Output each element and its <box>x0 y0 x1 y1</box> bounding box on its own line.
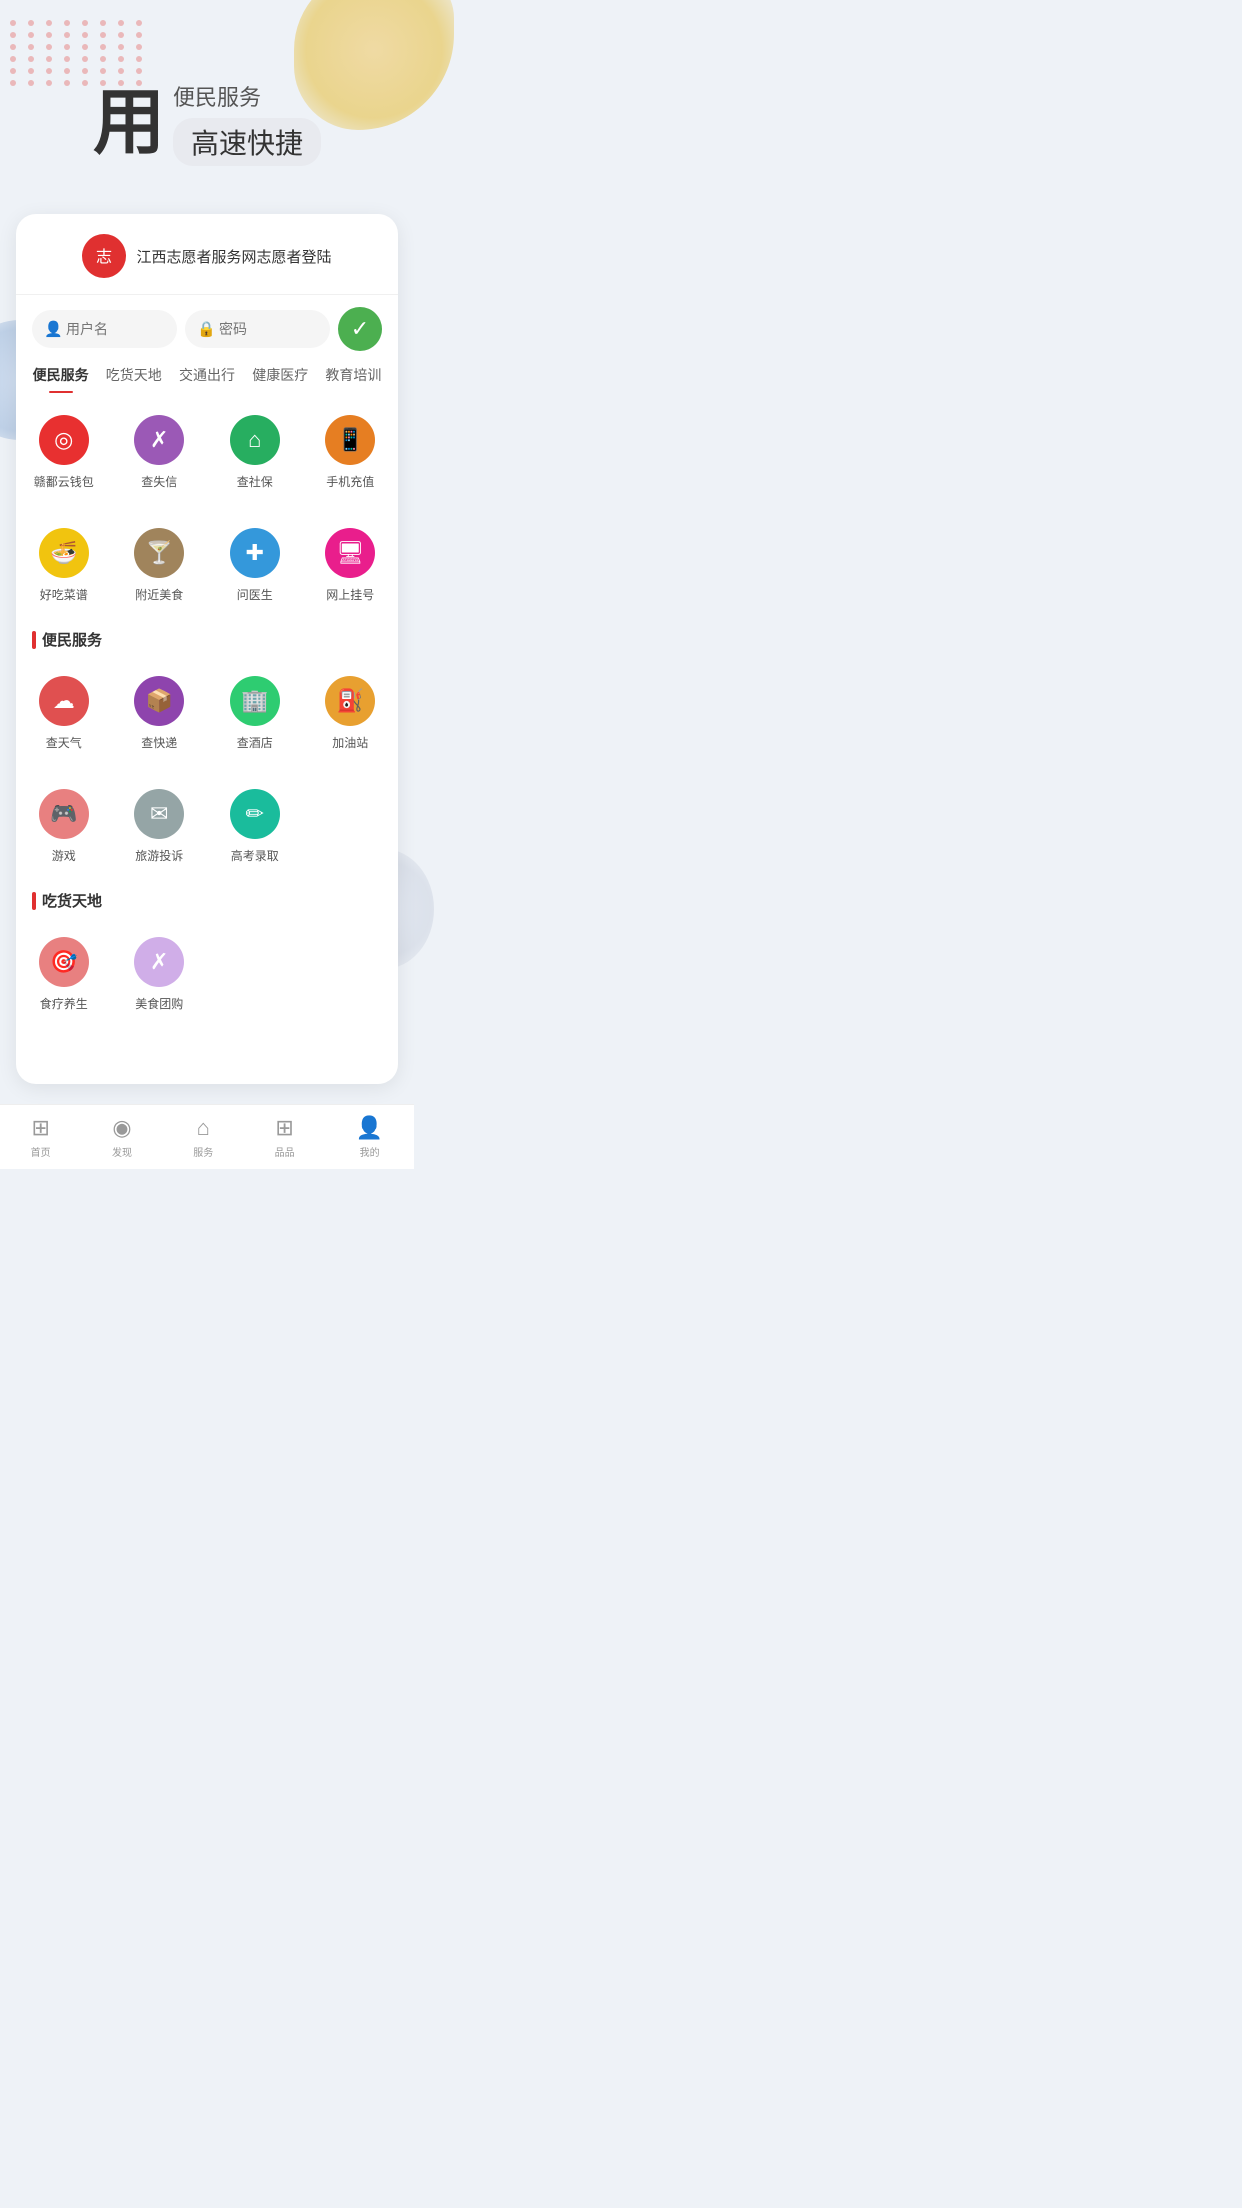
tabs-bar: 便民服务吃货天地交通出行健康医疗教育培训 <box>16 351 398 393</box>
service-icon: ✉ <box>134 789 184 839</box>
service-label: 网上挂号 <box>326 586 374 603</box>
nav-item-2[interactable]: ⌂ 服务 <box>193 1115 213 1159</box>
login-section: 志 江西志愿者服务网志愿者登陆 <box>16 234 398 295</box>
section-dot <box>32 631 36 649</box>
tab-4[interactable]: 教育培训 <box>319 365 388 393</box>
service-item-美食团购[interactable]: ✗ 美食团购 <box>112 923 208 1020</box>
nav-label-4: 我的 <box>360 1144 380 1159</box>
svg-text:志: 志 <box>96 248 112 266</box>
service-label: 查酒店 <box>237 734 273 751</box>
service-label: 高考录取 <box>231 847 279 864</box>
service-item-高考录取[interactable]: ✏ 高考录取 <box>207 775 303 872</box>
service-icon: ✗ <box>134 937 184 987</box>
username-input-wrap: 👤 <box>32 310 177 348</box>
user-icon: 👤 <box>44 320 63 338</box>
section-dot2 <box>32 892 36 910</box>
nav-label-2: 服务 <box>193 1144 213 1159</box>
service-label: 加油站 <box>332 734 368 751</box>
service-icon: ✏ <box>230 789 280 839</box>
service-icon: ◎ <box>39 415 89 465</box>
service-item-手机充值[interactable]: 📱 手机充值 <box>303 401 399 498</box>
tab-3[interactable]: 健康医疗 <box>246 365 315 393</box>
login-logo: 志 <box>82 234 126 278</box>
service-label: 赣鄱云钱包 <box>34 473 94 490</box>
lock-icon: 🔒 <box>197 320 216 338</box>
service-icon: ✗ <box>134 415 184 465</box>
service-icon: 🖥 <box>325 528 375 578</box>
service-label: 问医生 <box>237 586 273 603</box>
main-card: 志 江西志愿者服务网志愿者登陆 👤 🔒 ✓ 便民服务吃货天地交通出行健康医疗教育… <box>16 214 398 1084</box>
service-label: 手机充值 <box>326 473 374 490</box>
nav-item-1[interactable]: ◉ 发现 <box>112 1115 132 1159</box>
service-item-查天气[interactable]: ☁ 查天气 <box>16 662 112 759</box>
login-title: 江西志愿者服务网志愿者登陆 <box>136 246 331 267</box>
service-label: 查天气 <box>46 734 82 751</box>
service-item-查社保[interactable]: ⌂ 查社保 <box>207 401 303 498</box>
section-bianhmin-title: 便民服务 <box>16 619 398 654</box>
login-submit-button[interactable]: ✓ <box>338 307 382 351</box>
service-label: 好吃菜谱 <box>40 586 88 603</box>
service-icon: ✚ <box>230 528 280 578</box>
service-item-加油站[interactable]: ⛽ 加油站 <box>303 662 399 759</box>
service-label: 查快递 <box>141 734 177 751</box>
service-label: 旅游投诉 <box>135 847 183 864</box>
service-item-查酒店[interactable]: 🏢 查酒店 <box>207 662 303 759</box>
hero-main-char: 用 <box>93 87 165 159</box>
hero-subtitle2: 高速快捷 <box>173 118 321 166</box>
nav-icon-1: ◉ <box>112 1115 131 1141</box>
tab-2[interactable]: 交通出行 <box>172 365 241 393</box>
service-label: 附近美食 <box>135 586 183 603</box>
service-icon: 🎮 <box>39 789 89 839</box>
nav-label-1: 发现 <box>112 1144 132 1159</box>
service-grid-row1: ◎ 赣鄱云钱包 ✗ 查失信 ⌂ 查社保 📱 手机充值 <box>16 393 398 506</box>
service-icon: 🍸 <box>134 528 184 578</box>
service-icon: ☁ <box>39 676 89 726</box>
service-icon: 📱 <box>325 415 375 465</box>
service-item-好吃菜谱[interactable]: 🍜 好吃菜谱 <box>16 514 112 611</box>
nav-icon-2: ⌂ <box>197 1115 210 1141</box>
bottom-nav: ⊞ 首页 ◉ 发现 ⌂ 服务 ⊞ 品品 👤 我的 <box>0 1104 414 1169</box>
service-icon: 📦 <box>134 676 184 726</box>
tab-1[interactable]: 吃货天地 <box>99 365 168 393</box>
password-input-wrap: 🔒 <box>185 310 330 348</box>
service-item-问医生[interactable]: ✚ 问医生 <box>207 514 303 611</box>
service-icon: 🏢 <box>230 676 280 726</box>
service-label: 查失信 <box>141 473 177 490</box>
service-item-旅游投诉[interactable]: ✉ 旅游投诉 <box>112 775 208 872</box>
section-bianhmin-label: 便民服务 <box>42 629 102 650</box>
service-item-网上挂号[interactable]: 🖥 网上挂号 <box>303 514 399 611</box>
nav-label-0: 首页 <box>31 1144 51 1159</box>
service-item-食疗养生[interactable]: 🎯 食疗养生 <box>16 923 112 1020</box>
service-icon: ⌂ <box>230 415 280 465</box>
service-label: 查社保 <box>237 473 273 490</box>
service-item-查失信[interactable]: ✗ 查失信 <box>112 401 208 498</box>
section-chihuo-label: 吃货天地 <box>42 890 102 911</box>
service-grid-row2: 🍜 好吃菜谱 🍸 附近美食 ✚ 问医生 🖥 网上挂号 <box>16 506 398 619</box>
service-grid-row4: 🎮 游戏 ✉ 旅游投诉 ✏ 高考录取 <box>16 767 398 880</box>
nav-label-3: 品品 <box>275 1144 295 1159</box>
service-item-游戏[interactable]: 🎮 游戏 <box>16 775 112 872</box>
nav-icon-0: ⊞ <box>31 1115 49 1141</box>
service-label: 美食团购 <box>135 995 183 1012</box>
service-label: 游戏 <box>52 847 76 864</box>
nav-item-0[interactable]: ⊞ 首页 <box>31 1115 51 1159</box>
hero-section: 用 便民服务 高速快捷 <box>0 0 414 204</box>
hero-subtitle1: 便民服务 <box>173 80 261 112</box>
service-label: 食疗养生 <box>40 995 88 1012</box>
service-icon: ⛽ <box>325 676 375 726</box>
nav-item-4[interactable]: 👤 我的 <box>356 1115 383 1159</box>
nav-icon-4: 👤 <box>356 1115 383 1141</box>
service-item-附近美食[interactable]: 🍸 附近美食 <box>112 514 208 611</box>
tab-0[interactable]: 便民服务 <box>26 365 95 393</box>
service-item-查快递[interactable]: 📦 查快递 <box>112 662 208 759</box>
service-item-赣鄱云钱包[interactable]: ◎ 赣鄱云钱包 <box>16 401 112 498</box>
login-fields: 👤 🔒 ✓ <box>16 295 398 351</box>
nav-item-3[interactable]: ⊞ 品品 <box>275 1115 295 1159</box>
service-icon: 🍜 <box>39 528 89 578</box>
nav-icon-3: ⊞ <box>275 1115 293 1141</box>
service-grid-row3: ☁ 查天气 📦 查快递 🏢 查酒店 ⛽ 加油站 <box>16 654 398 767</box>
service-icon: 🎯 <box>39 937 89 987</box>
section-chihuo-title: 吃货天地 <box>16 880 398 915</box>
